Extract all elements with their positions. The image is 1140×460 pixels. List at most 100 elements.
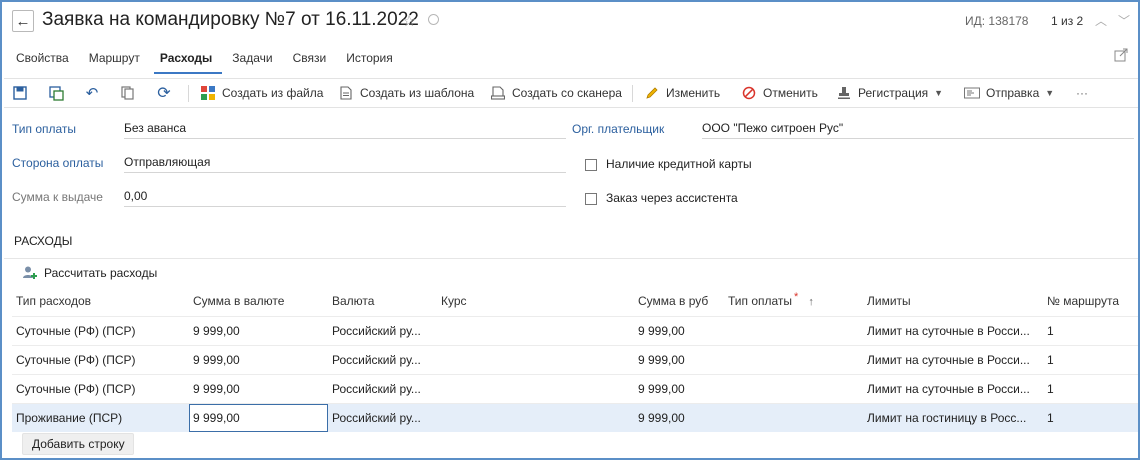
cell-limits: Лимит на суточные в Росси... (867, 382, 1030, 396)
credit-card-label: Наличие кредитной карты (606, 157, 752, 171)
col-header-rate[interactable]: Курс (441, 294, 467, 308)
toolbar-divider (632, 85, 633, 102)
create-from-template-button[interactable]: Создать из шаблона (338, 79, 474, 107)
col-header-currency[interactable]: Валюта (332, 294, 374, 308)
tab-tasks[interactable]: Задачи (226, 46, 282, 74)
expenses-section-title: РАСХОДЫ (14, 234, 73, 248)
more-actions-button[interactable]: ··· (1076, 79, 1088, 107)
sort-up-icon: ↑ (808, 296, 814, 308)
chevron-down-icon: ▼ (934, 88, 944, 98)
cell-amount-currency: 9 999,00 (193, 382, 240, 396)
col-header-payment-type-label: Тип оплаты (728, 294, 793, 308)
calculate-expenses-button[interactable]: Рассчитать расходы (22, 265, 157, 281)
payment-type-label: Тип оплаты (12, 122, 77, 136)
cell-route-no: 1 (1047, 324, 1054, 338)
toolbar-divider (188, 85, 189, 102)
create-from-file-label: Создать из файла (222, 86, 324, 100)
open-in-window-icon[interactable] (1114, 48, 1128, 62)
refresh-button[interactable]: ⟳ (156, 79, 178, 107)
tab-links[interactable]: Связи (287, 46, 337, 74)
copy-button[interactable] (120, 79, 142, 107)
cell-route-no: 1 (1047, 382, 1054, 396)
toolbar: ↶ ⟳ Создать из файла Создать из шаблона (4, 78, 1138, 108)
amount-to-issue-field[interactable]: 0,00 (124, 187, 566, 207)
credit-card-checkbox[interactable] (585, 159, 597, 171)
tab-expenses[interactable]: Расходы (153, 46, 223, 74)
org-payer-value: ООО "Пежо ситроен Рус" (702, 121, 844, 135)
save-close-button[interactable] (48, 79, 70, 107)
edit-label: Изменить (666, 86, 721, 100)
col-header-type[interactable]: Тип расходов (16, 294, 91, 308)
copy-icon (120, 85, 136, 101)
window-frame: ← Заявка на командировку №7 от 16.11.202… (0, 0, 1140, 460)
cell-amount-currency: 9 999,00 (193, 411, 240, 425)
record-counter: 1 из 2 (1051, 14, 1084, 28)
save-button[interactable] (12, 79, 34, 107)
assistant-order-checkbox[interactable] (585, 193, 597, 205)
table-row[interactable]: Суточные (РФ) (ПСР) 9 999,00 Российский … (12, 345, 1138, 374)
table-row[interactable]: Суточные (РФ) (ПСР) 9 999,00 Российский … (12, 374, 1138, 403)
col-header-limits[interactable]: Лимиты (867, 294, 911, 308)
cell-limits: Лимит на суточные в Росси... (867, 324, 1030, 338)
chevron-down-icon: ▼ (1045, 88, 1055, 98)
add-row-button[interactable]: Добавить строку (22, 433, 134, 455)
table-row[interactable]: Суточные (РФ) (ПСР) 9 999,00 Российский … (12, 316, 1138, 345)
tab-route[interactable]: Маршрут (83, 46, 150, 74)
col-header-amount-currency[interactable]: Сумма в валюте (193, 294, 284, 308)
arrow-left-icon: ← (15, 12, 31, 30)
cell-type: Проживание (ПСР) (16, 411, 123, 425)
cell-type: Суточные (РФ) (ПСР) (16, 324, 136, 338)
create-from-template-label: Создать из шаблона (360, 86, 475, 100)
payer-side-field[interactable]: Отправляющая (124, 153, 566, 173)
payment-type-field[interactable]: Без аванса (124, 119, 566, 139)
send-label: Отправка (986, 86, 1040, 100)
cell-route-no: 1 (1047, 353, 1054, 367)
amount-to-issue-label: Сумма к выдаче (12, 190, 103, 204)
cancel-button[interactable]: Отменить (741, 79, 818, 107)
cell-amount-rub: 9 999,00 (638, 353, 685, 367)
document-icon (338, 85, 354, 101)
cell-amount-rub: 9 999,00 (638, 324, 685, 338)
pencil-icon (644, 85, 660, 101)
edit-button[interactable]: Изменить (644, 79, 720, 107)
table-row-selected[interactable]: Проживание (ПСР) 9 999,00 Российский ру.… (12, 403, 1138, 432)
cell-limits: Лимит на гостиницу в Росс... (867, 411, 1027, 425)
star-icon[interactable]: ☆ (402, 11, 416, 31)
create-from-scanner-button[interactable]: Создать со сканера (490, 79, 622, 107)
org-payer-field[interactable]: ООО "Пежо ситроен Рус" (702, 119, 1134, 139)
cell-currency: Российский ру... (332, 353, 421, 367)
col-header-route-no[interactable]: № маршрута (1047, 294, 1119, 308)
status-circle-icon (428, 14, 439, 25)
col-header-payment-type[interactable]: Тип оплаты * ↑ (728, 291, 814, 308)
scanner-icon (490, 85, 506, 101)
payer-side-value: Отправляющая (124, 155, 211, 169)
stamp-icon (836, 85, 852, 101)
tab-properties[interactable]: Свойства (10, 46, 79, 74)
create-from-file-button[interactable]: Создать из файла (200, 79, 323, 107)
col-header-amount-rub[interactable]: Сумма в руб (638, 294, 708, 308)
back-button[interactable]: ← (12, 10, 34, 32)
user-add-icon (22, 265, 38, 281)
chevron-down-icon[interactable]: ﹀ (1118, 12, 1130, 29)
registration-label: Регистрация (858, 86, 929, 100)
cancel-label: Отменить (763, 86, 818, 100)
cancel-icon (741, 85, 757, 101)
undo-icon: ↶ (85, 85, 99, 102)
apps-icon (200, 85, 216, 101)
tab-bar: Свойства Маршрут Расходы Задачи Связи Ис… (10, 46, 407, 74)
payment-type-value: Без аванса (124, 121, 187, 135)
cell-amount-rub: 9 999,00 (638, 411, 685, 425)
chevron-up-icon[interactable]: ︿ (1095, 12, 1107, 29)
send-dropdown[interactable]: Отправка ▼ (964, 79, 1054, 107)
required-asterisk-icon: * (794, 291, 799, 303)
expenses-table-header: Тип расходов Сумма в валюте Валюта Курс … (12, 288, 1138, 314)
send-icon (964, 85, 980, 101)
cell-amount-rub: 9 999,00 (638, 382, 685, 396)
undo-button[interactable]: ↶ (84, 79, 106, 107)
cell-currency: Российский ру... (332, 324, 421, 338)
payer-side-label: Сторона оплаты (12, 156, 104, 170)
registration-dropdown[interactable]: Регистрация ▼ (836, 79, 943, 107)
tab-history[interactable]: История (340, 46, 403, 74)
amount-to-issue-value: 0,00 (124, 189, 148, 203)
org-payer-label: Орг. плательщик (572, 122, 665, 136)
